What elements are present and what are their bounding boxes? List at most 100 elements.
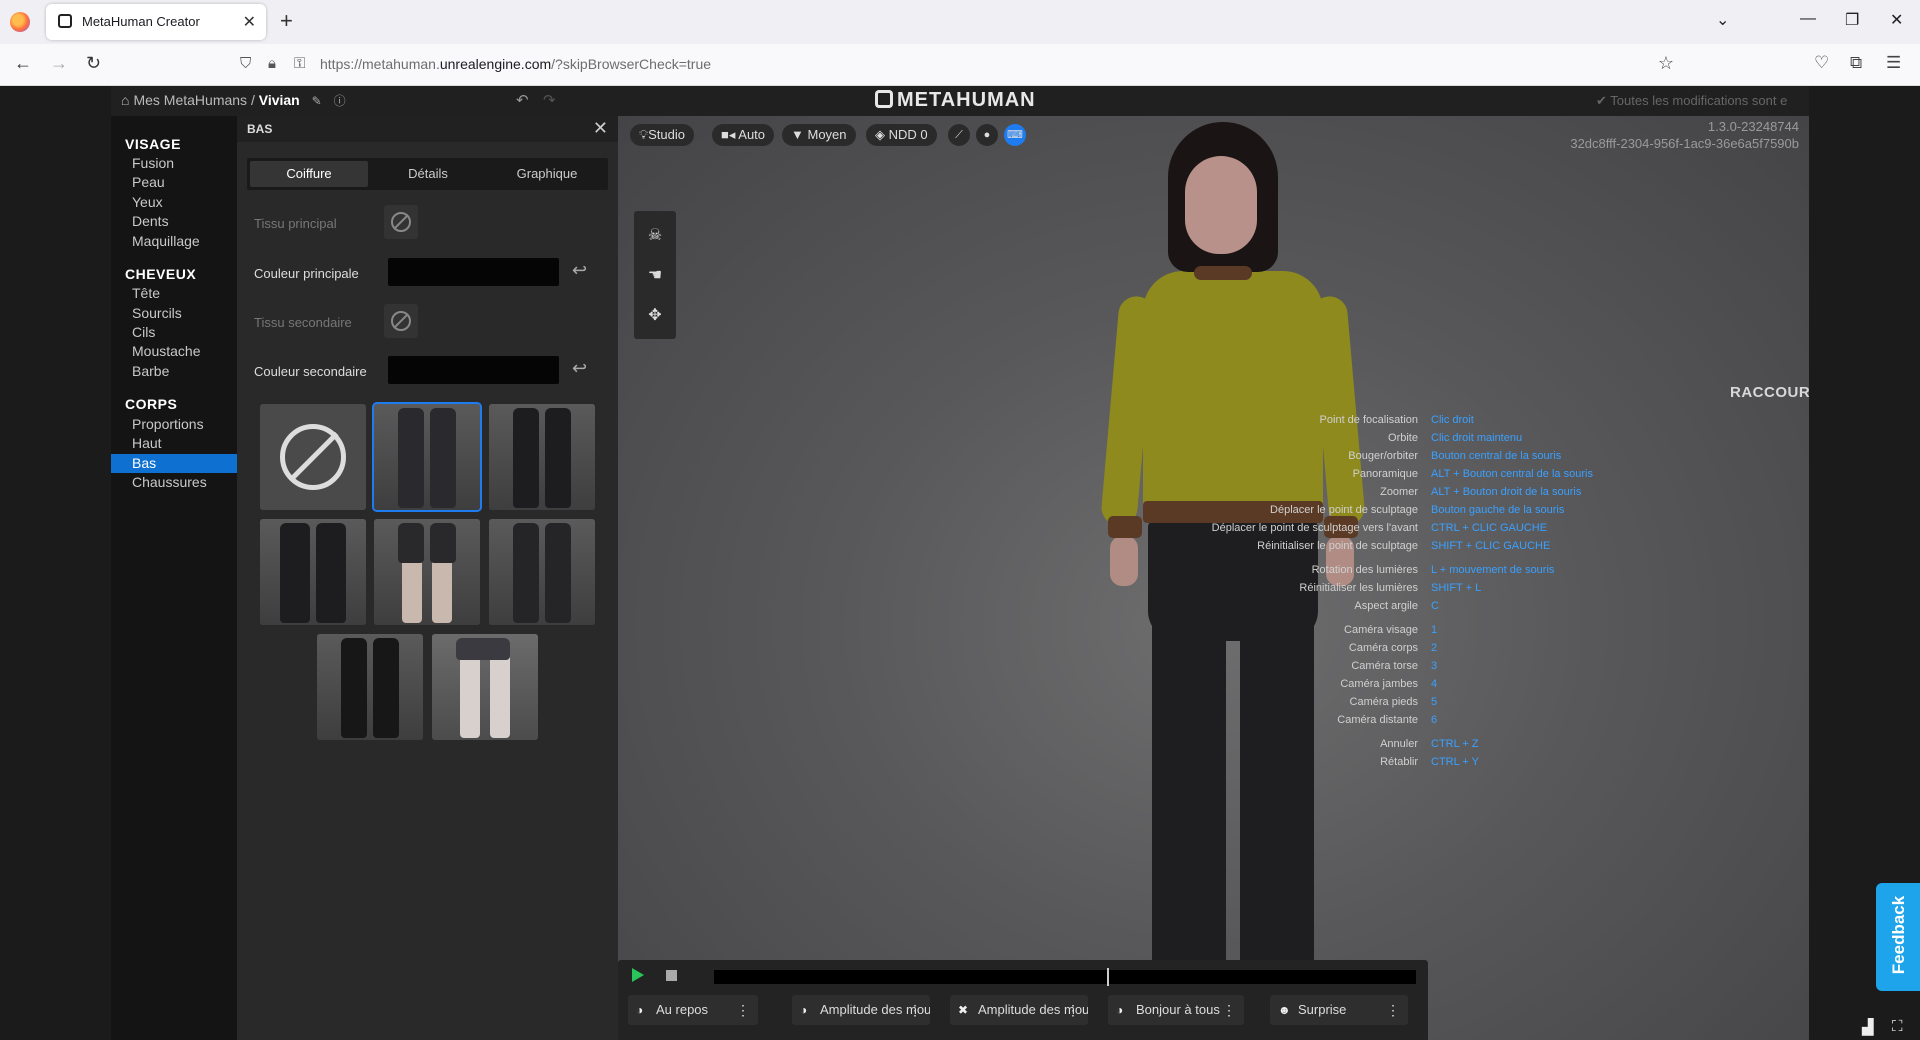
bottom-option-briefs[interactable] — [432, 634, 538, 740]
more-options-icon[interactable]: ⋮ — [1066, 995, 1080, 1025]
home-icon[interactable]: ⌂ — [121, 92, 129, 108]
stop-icon[interactable] — [666, 970, 677, 981]
quality-dropdown[interactable]: ▼ Moyen — [782, 124, 856, 146]
anim-bonjour[interactable]: ◑ Bonjour à tous ⋮ — [1108, 995, 1244, 1025]
animation-timeline[interactable] — [714, 968, 1416, 986]
sidebar-item-proportions[interactable]: Proportions — [111, 415, 237, 434]
move-icon[interactable]: ✥ — [646, 305, 664, 324]
sidebar-item-moustache[interactable]: Moustache — [111, 342, 237, 361]
sculpt-hand-icon[interactable]: ☚ — [646, 265, 664, 284]
lighting-dropdown[interactable]: 💡︎Studio — [630, 124, 694, 146]
tab-close-icon[interactable]: ✕ — [243, 12, 256, 32]
sidebar-item-haut[interactable]: Haut — [111, 434, 237, 453]
reload-button[interactable]: ↻ — [86, 53, 101, 74]
anim-au-repos[interactable]: ◑ Au repos ⋮ — [628, 995, 758, 1025]
tab-coiffure[interactable]: Coiffure — [250, 161, 368, 187]
skull-icon[interactable]: ☠ — [646, 225, 664, 244]
sidebar-item-dents[interactable]: Dents — [111, 212, 237, 231]
sidebar-item-peau[interactable]: Peau — [111, 173, 237, 192]
color-secondary-swatch[interactable] — [388, 356, 559, 384]
stats-icon[interactable]: ▟ — [1862, 1018, 1874, 1036]
color-primary-swatch[interactable] — [388, 258, 559, 286]
more-options-icon[interactable]: ⋮ — [1222, 995, 1236, 1025]
close-window-button[interactable]: ✕ — [1890, 10, 1903, 30]
fabric-primary-none-button[interactable] — [384, 205, 418, 239]
bottom-option-jeans-slim[interactable] — [372, 402, 482, 512]
bottom-option-none[interactable] — [260, 404, 366, 510]
extensions-icon[interactable]: ⧉ — [1850, 53, 1862, 73]
redo-icon[interactable]: ↷ — [543, 91, 556, 109]
url-bar[interactable]: ⛉ 🔒︎ ⚿ https://metahuman.unrealengine.co… — [228, 48, 1704, 80]
toggle-render-icon[interactable]: ⟋ — [948, 124, 970, 146]
sidebar-item-tete[interactable]: Tête — [111, 284, 237, 303]
lod-dropdown[interactable]: ◈ NDD 0 — [866, 124, 937, 146]
shortcut-key: Caméra distante — [1337, 714, 1418, 726]
more-options-icon[interactable]: ⋮ — [736, 995, 750, 1025]
anim-amplitude-corporelle[interactable]: ✖Amplitude des mouvements : corporelle⋮ — [950, 995, 1088, 1025]
bottom-option-trousers[interactable] — [317, 634, 423, 740]
firefox-menu-icon[interactable] — [10, 12, 30, 32]
shortcut-row: Bouger/orbiter Bouton central de la souri… — [1118, 450, 1790, 466]
bottom-option-cargo[interactable] — [489, 519, 595, 625]
fabric-secondary-none-button[interactable] — [384, 304, 418, 338]
more-options-icon[interactable]: ⋮ — [908, 995, 922, 1025]
forward-button[interactable]: → — [50, 53, 68, 74]
reset-color-primary-icon[interactable]: ↩ — [572, 260, 587, 281]
url-text[interactable]: https://metahuman.unrealengine.com/?skip… — [320, 56, 711, 72]
permissions-key-icon[interactable]: ⚿ — [294, 55, 305, 72]
undo-icon[interactable]: ↶ — [516, 91, 529, 109]
fullscreen-icon[interactable]: ⛶ — [1892, 1018, 1903, 1035]
feedback-button[interactable]: Feedback — [1876, 883, 1920, 991]
shortcut-key: Réinitialiser les lumières — [1299, 582, 1418, 594]
shortcut-value: 1 — [1431, 624, 1438, 636]
more-options-icon[interactable]: ⋮ — [1386, 995, 1400, 1025]
pocket-icon[interactable]: ♡ — [1814, 53, 1829, 73]
list-all-tabs-icon[interactable]: ⌄ — [1716, 10, 1729, 30]
app-menu-icon[interactable]: ☰ — [1886, 53, 1901, 73]
camera-dropdown[interactable]: ■◂ Auto — [712, 124, 775, 146]
edit-name-icon[interactable]: ✎ — [312, 94, 322, 108]
reset-color-secondary-icon[interactable]: ↩ — [572, 358, 587, 379]
bookmark-star-icon[interactable]: ☆ — [1658, 53, 1674, 74]
sidebar-item-cils[interactable]: Cils — [111, 323, 237, 342]
character-viewport[interactable]: 💡︎Studio ■◂ Auto ▼ Moyen ◈ NDD 0 ⟋ ● ⌨ 1… — [618, 116, 1809, 1040]
app-header: ⌂ Mes MetaHumans / Vivian ✎ ⓘ ↶ ↷ METAHUM… — [111, 86, 1809, 116]
shield-icon[interactable]: ⛉ — [240, 55, 251, 72]
sidebar-item-maquillage[interactable]: Maquillage — [111, 232, 237, 251]
character-guid: 32dc8fff-2304-956f-1ac9-36e6a5f7590b — [1570, 136, 1799, 151]
face — [1185, 156, 1257, 254]
lock-icon[interactable]: 🔒︎ — [268, 55, 276, 72]
breadcrumb-root[interactable]: Mes MetaHumans / — [133, 92, 254, 108]
sidebar-item-sourcils[interactable]: Sourcils — [111, 304, 237, 323]
shortcut-key: Bouger/orbiter — [1348, 450, 1418, 462]
sidebar-item-fusion[interactable]: Fusion — [111, 154, 237, 173]
play-icon[interactable] — [632, 968, 644, 982]
tab-graphique[interactable]: Graphique — [488, 161, 606, 187]
shortcut-value: 2 — [1431, 642, 1438, 654]
animation-playback-bar: ◑ Au repos ⋮ ◑Amplitude des mouvements : f… — [618, 960, 1428, 1040]
timeline-cursor[interactable] — [1107, 968, 1109, 986]
lighting-value: Studio — [648, 127, 685, 142]
bottom-option-shorts[interactable] — [374, 519, 480, 625]
bottom-option-pants-dark[interactable] — [489, 404, 595, 510]
anim-amplitude-faciale[interactable]: ◑Amplitude des mouvements : faciale⋮ — [792, 995, 930, 1025]
tab-details[interactable]: Détails — [369, 161, 487, 187]
restore-button[interactable]: ❐ — [1845, 10, 1859, 30]
keyboard-shortcuts-icon[interactable]: ⌨ — [1004, 124, 1026, 146]
help-icon[interactable]: ⓘ — [334, 94, 346, 108]
minimize-button[interactable]: — — [1800, 10, 1816, 28]
sidebar-item-barbe[interactable]: Barbe — [111, 362, 237, 381]
breadcrumb: ⌂ Mes MetaHumans / Vivian ✎ ⓘ — [121, 92, 346, 109]
close-panel-icon[interactable]: ✕ — [593, 118, 608, 139]
anim-surprise[interactable]: ☻ Surprise ⋮ — [1270, 995, 1408, 1025]
back-button[interactable]: ← — [14, 53, 32, 74]
new-tab-button[interactable]: + — [280, 8, 293, 34]
clay-mode-icon[interactable]: ● — [976, 124, 998, 146]
shortcut-value: 3 — [1431, 660, 1438, 672]
browser-tab[interactable]: MetaHuman Creator ✕ — [46, 4, 266, 40]
sidebar-item-bas[interactable]: Bas — [111, 454, 237, 473]
sidebar-item-chaussures[interactable]: Chaussures — [111, 473, 237, 492]
shortcut-key: Rétablir — [1380, 756, 1418, 768]
bottom-option-joggers[interactable] — [260, 519, 366, 625]
sidebar-item-yeux[interactable]: Yeux — [111, 193, 237, 212]
